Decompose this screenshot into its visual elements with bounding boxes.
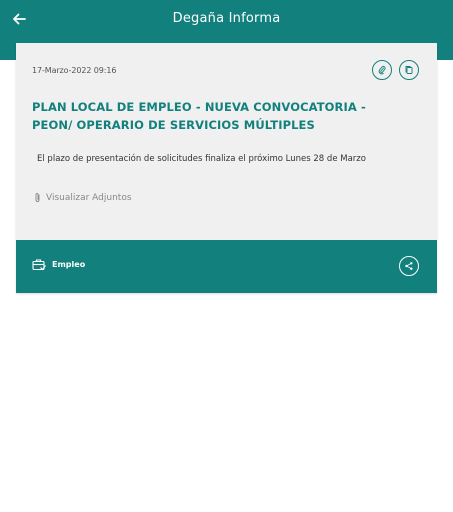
- category-tag[interactable]: Empleo: [32, 258, 85, 271]
- briefcase-icon: [32, 259, 46, 271]
- news-title: PLAN LOCAL DE EMPLEO - NUEVA CONVOCATORI…: [32, 100, 366, 132]
- view-attachments-label: Visualizar Adjuntos: [46, 192, 132, 203]
- attachment-button[interactable]: [372, 60, 392, 80]
- view-attachments-link[interactable]: Visualizar Adjuntos: [33, 192, 132, 203]
- copy-button[interactable]: [399, 60, 419, 80]
- share-icon: [405, 262, 413, 270]
- category-label: Empleo: [52, 260, 86, 269]
- copy-icon: [405, 66, 413, 74]
- paperclip-icon: [35, 193, 40, 202]
- news-date: 17-Marzo-2022 09:16: [32, 66, 117, 75]
- news-card: 17-Marzo-2022 09:16 PLAN LOCAL DE EMPLEO…: [16, 43, 437, 293]
- app-title: Degaña Informa: [172, 11, 281, 26]
- paperclip-icon: [378, 66, 386, 75]
- share-button[interactable]: [399, 256, 419, 276]
- news-body: El plazo de presentación de solicitudes …: [37, 154, 366, 164]
- card-footer: Empleo: [16, 240, 437, 293]
